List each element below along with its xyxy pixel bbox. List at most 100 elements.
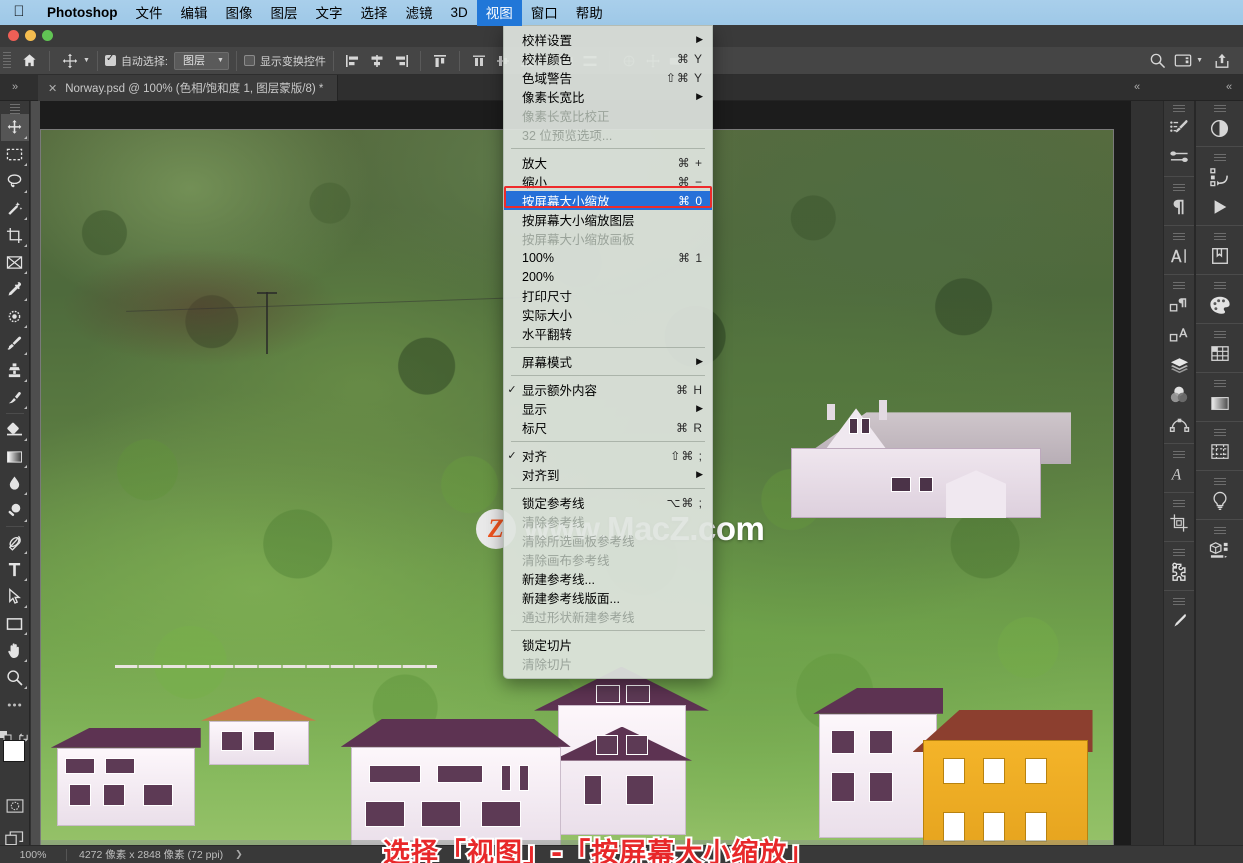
dock-grip[interactable] <box>1173 598 1185 606</box>
move-tool[interactable] <box>0 114 29 141</box>
menu-filter[interactable]: 滤镜 <box>397 0 442 26</box>
foreground-color-swatch[interactable] <box>2 740 25 762</box>
glyphs-icon[interactable]: A <box>1164 459 1194 489</box>
menu-item-100-percent[interactable]: 100% ⌘ 1 <box>504 248 712 267</box>
close-window-button[interactable] <box>8 30 19 41</box>
clone-stamp-tool[interactable] <box>1 357 29 384</box>
show-transform-checkbox[interactable] <box>243 55 255 66</box>
dock-grip[interactable] <box>1173 184 1185 192</box>
dock-grip[interactable] <box>1213 105 1226 113</box>
dock-grip[interactable] <box>1173 549 1185 557</box>
menu-item-flip-horizontal[interactable]: 水平翻转 <box>504 324 712 343</box>
character-styles-icon[interactable] <box>1164 320 1194 350</box>
collapse-left-panel-icon[interactable]: » <box>2 77 28 97</box>
minimize-window-button[interactable] <box>25 30 36 41</box>
menu-item-lock-slices[interactable]: 锁定切片 <box>504 635 712 654</box>
auto-select-scope-dropdown[interactable]: 图层 ▼ <box>174 51 229 70</box>
menu-select[interactable]: 选择 <box>352 0 397 26</box>
zoom-level[interactable]: 100% <box>0 849 66 861</box>
align-top-edges-icon[interactable] <box>428 50 452 72</box>
menu-item-new-guide-layout[interactable]: 新建参考线版面... <box>504 588 712 607</box>
app-name-menu[interactable]: Photoshop <box>38 5 127 20</box>
move-tool-icon[interactable] <box>57 50 83 72</box>
spot-healing-brush-tool[interactable] <box>1 303 29 330</box>
eraser-tool[interactable] <box>1 416 29 443</box>
menu-item-screen-mode[interactable]: 屏幕模式 ▶ <box>504 352 712 371</box>
magic-wand-tool[interactable] <box>1 195 29 222</box>
menu-item-actual-size[interactable]: 实际大小 <box>504 305 712 324</box>
tools-panel-grip[interactable] <box>9 104 20 114</box>
dock-grip[interactable] <box>1173 451 1185 459</box>
menu-layer[interactable]: 图层 <box>262 0 307 26</box>
menu-help[interactable]: 帮助 <box>567 0 612 26</box>
menu-item-rulers[interactable]: 标尺 ⌘ R <box>504 418 712 437</box>
tool-preset-icon[interactable] <box>1164 606 1194 636</box>
menu-item-fit-layers-on-screen[interactable]: 按屏幕大小缩放图层 <box>504 210 712 229</box>
paths-icon[interactable] <box>1164 410 1194 440</box>
color-palette-icon[interactable] <box>1205 290 1235 320</box>
dock-grip[interactable] <box>1213 233 1226 241</box>
menu-item-200-percent[interactable]: 200% <box>504 267 712 286</box>
puzzle-plugins-icon[interactable] <box>1164 557 1194 587</box>
menu-window[interactable]: 窗口 <box>522 0 567 26</box>
tool-preset-chevron-down-icon[interactable]: ▼ <box>83 57 90 64</box>
rectangular-marquee-tool[interactable] <box>1 141 29 168</box>
paragraph-icon[interactable] <box>1164 192 1194 222</box>
menu-3d[interactable]: 3D <box>442 2 477 24</box>
maximize-window-button[interactable] <box>42 30 53 41</box>
lasso-tool[interactable] <box>1 168 29 195</box>
type-tool[interactable] <box>1 556 29 583</box>
blur-tool[interactable] <box>1 470 29 497</box>
eyedropper-tool[interactable] <box>1 276 29 303</box>
collapse-dock1-icon[interactable]: « <box>1127 77 1147 97</box>
align-left-edges-icon[interactable] <box>341 50 365 72</box>
channels-icon[interactable] <box>1164 380 1194 410</box>
edit-toolbar-tool[interactable] <box>1 691 29 718</box>
dock-grip[interactable] <box>1213 282 1226 290</box>
dodge-tool[interactable] <box>1 497 29 524</box>
menu-item-lock-guides[interactable]: 锁定参考线 ⌥⌘ ; <box>504 493 712 512</box>
history-brush-tool[interactable] <box>1 384 29 411</box>
crop-properties-icon[interactable] <box>1164 508 1194 538</box>
paragraph-styles-icon[interactable] <box>1164 290 1194 320</box>
hand-tool[interactable] <box>1 637 29 664</box>
layers-icon[interactable] <box>1164 350 1194 380</box>
menu-file[interactable]: 文件 <box>127 0 172 26</box>
dock-grip[interactable] <box>1213 478 1226 486</box>
dock-grip[interactable] <box>1213 331 1226 339</box>
share-icon[interactable] <box>1209 50 1235 72</box>
swatches-grid-icon[interactable] <box>1205 339 1235 369</box>
libraries-icon[interactable] <box>1205 241 1235 271</box>
show-transform-controls-option[interactable]: 显示变换控件 <box>243 53 326 69</box>
zoom-tool[interactable] <box>1 664 29 691</box>
brush-tool[interactable] <box>1 330 29 357</box>
menu-item-print-size[interactable]: 打印尺寸 <box>504 286 712 305</box>
gradients-icon[interactable] <box>1205 388 1235 418</box>
align-top-edges-2-icon[interactable] <box>467 50 491 72</box>
adjustments-icon[interactable] <box>1205 113 1235 143</box>
document-tab[interactable]: ✕ Norway.psd @ 100% (色相/饱和度 1, 图层蒙版/8) * <box>38 75 339 101</box>
dock-grip[interactable] <box>1173 282 1185 290</box>
dock-grip[interactable] <box>1173 105 1185 113</box>
dock-grip[interactable] <box>1173 233 1185 241</box>
dock-grip[interactable] <box>1213 429 1226 437</box>
options-bar-grip[interactable] <box>3 51 11 70</box>
menu-item-snap-to[interactable]: 对齐到 ▶ <box>504 465 712 484</box>
dock-grip[interactable] <box>1213 154 1226 162</box>
menu-item-new-guide[interactable]: 新建参考线... <box>504 569 712 588</box>
align-right-edges-icon[interactable] <box>389 50 413 72</box>
auto-select-option[interactable]: 自动选择: <box>104 53 168 69</box>
menu-item-show[interactable]: 显示 ▶ <box>504 399 712 418</box>
dock-grip[interactable] <box>1173 500 1185 508</box>
timeline-play-icon[interactable] <box>1205 192 1235 222</box>
pen-tool[interactable] <box>1 529 29 556</box>
close-icon[interactable]: ✕ <box>48 82 57 95</box>
chevron-right-icon[interactable]: ❯ <box>223 849 243 860</box>
home-icon[interactable] <box>16 50 42 72</box>
dock-grip[interactable] <box>1213 527 1226 535</box>
search-icon[interactable] <box>1144 50 1170 72</box>
actions-icon[interactable] <box>1205 162 1235 192</box>
menu-type[interactable]: 文字 <box>307 0 352 26</box>
menu-item-zoom-out[interactable]: 缩小 ⌘ − <box>504 172 712 191</box>
menu-edit[interactable]: 编辑 <box>172 0 217 26</box>
